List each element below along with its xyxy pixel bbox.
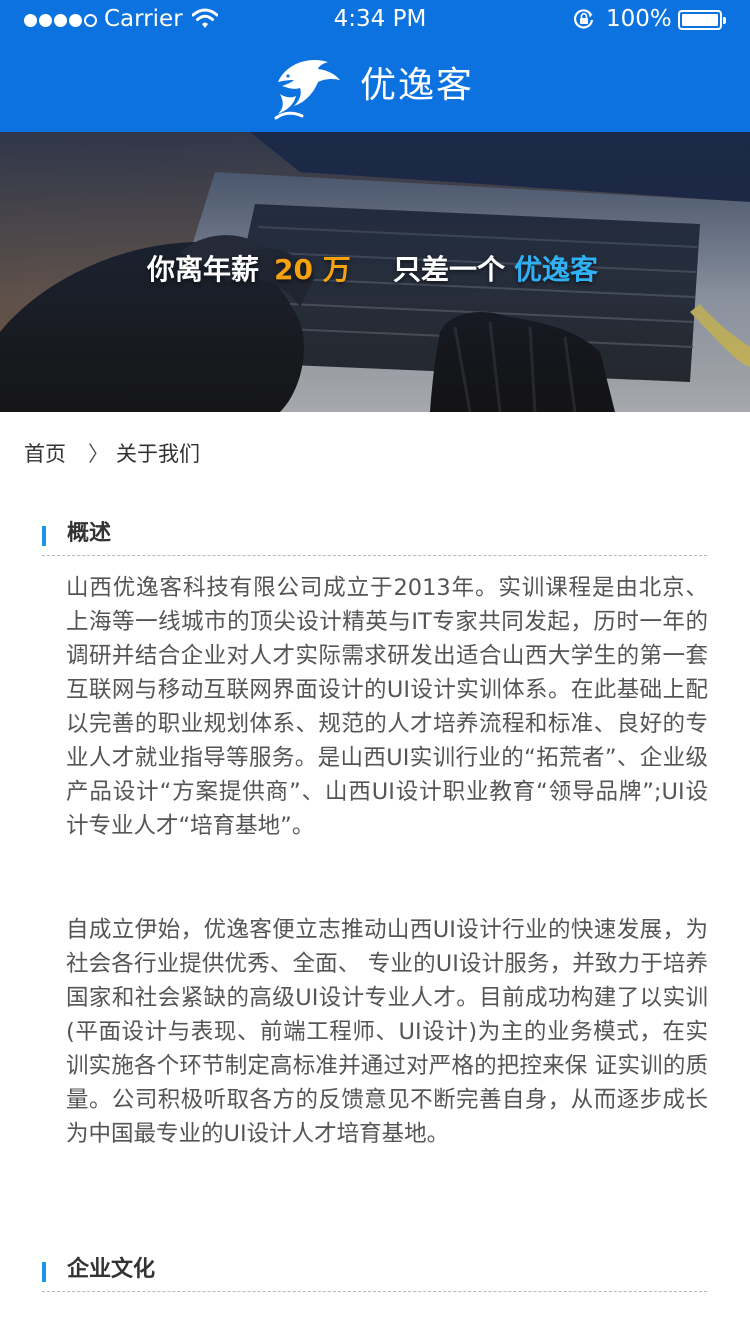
overview-paragraph-1: 山西优逸客科技有限公司成立于2013年。实训课程是由北京、上海等一线城市的顶尖设… xyxy=(66,575,708,839)
slogan-text-2: 只差一个 xyxy=(393,253,506,286)
slogan-salary: 20 万 xyxy=(274,253,351,286)
app-title: 优逸客 xyxy=(360,65,475,106)
section-accent-bar xyxy=(42,1262,46,1282)
status-bar: Carrier 4:34 PM 100% xyxy=(0,0,750,40)
battery-icon xyxy=(678,10,726,30)
section-accent-bar xyxy=(42,526,46,546)
banner-image xyxy=(0,132,750,412)
overview-section-header: 概述 xyxy=(42,516,707,556)
culture-title: 企业文化 xyxy=(67,1257,156,1282)
nav-bar: 优逸客 xyxy=(0,40,750,132)
slogan-text-1: 你离年薪 xyxy=(147,253,260,286)
chevron-right-icon: 〉 xyxy=(88,442,109,466)
overview-title: 概述 xyxy=(67,521,112,546)
rotation-lock-icon xyxy=(573,9,594,29)
breadcrumb-home-link[interactable]: 首页 xyxy=(24,436,66,472)
battery-percent: 100% xyxy=(606,6,672,32)
about-page: Carrier 4:34 PM 100% 优逸客 你离年薪 20 万 只差一个 … xyxy=(0,0,750,1333)
dolphin-icon xyxy=(274,60,340,120)
overview-paragraph-2: 自成立伊始，优逸客便立志推动山西UI设计行业的快速发展，为社会各行业提供优秀、全… xyxy=(66,917,708,1147)
culture-section-header: 企业文化 xyxy=(42,1252,707,1292)
slogan-brand: 优逸客 xyxy=(514,253,599,286)
hero-banner: 你离年薪 20 万 只差一个 优逸客 xyxy=(0,132,750,412)
app-header: Carrier 4:34 PM 100% 优逸客 xyxy=(0,0,750,132)
breadcrumb-current: 关于我们 xyxy=(116,442,200,466)
